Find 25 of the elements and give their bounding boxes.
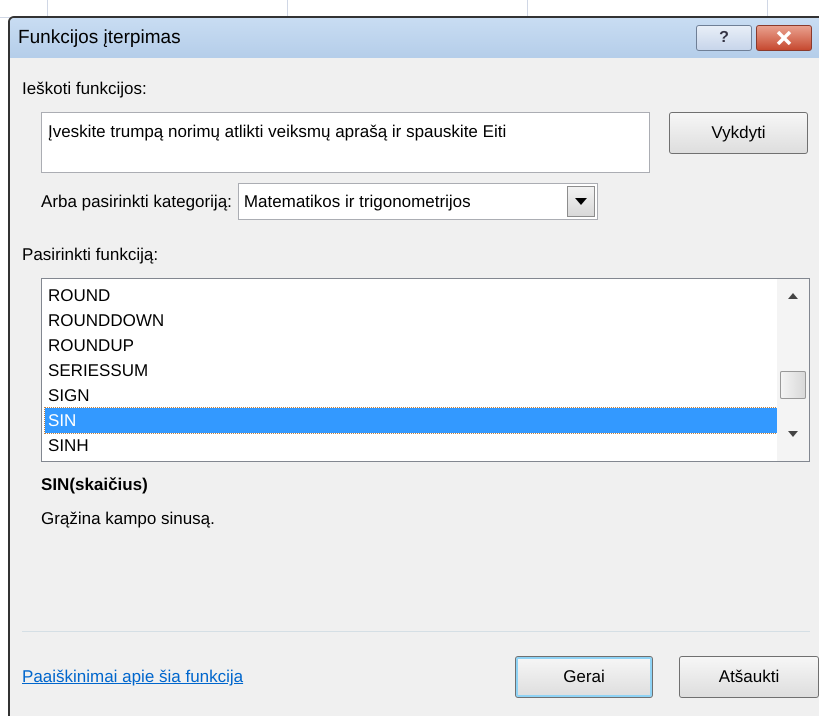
function-item[interactable]: SIGN <box>45 383 777 408</box>
close-icon <box>776 31 792 45</box>
scroll-thumb[interactable] <box>780 371 806 399</box>
function-list-label: Pasirinkti funkciją: <box>22 244 160 264</box>
ok-button[interactable]: Gerai <box>515 656 653 698</box>
close-button[interactable] <box>756 25 812 51</box>
function-item[interactable]: SERIESSUM <box>45 358 777 383</box>
search-field[interactable]: Įveskite trumpą norimų atlikti veiksmų aprašą ir spauskite Eiti <box>41 112 650 173</box>
search-button[interactable]: Vykdyti <box>669 112 808 154</box>
function-signature: SIN(skaičius) <box>41 474 149 496</box>
function-item[interactable]: ROUND <box>45 283 777 308</box>
window-title: Funkcijos įterpimas <box>18 26 181 50</box>
search-label: Ieškoti funkcijos: <box>22 78 148 98</box>
scroll-down-icon <box>788 431 798 437</box>
help-link[interactable]: Paaiškinimai apie šia funkcija <box>22 664 244 690</box>
category-dropdown[interactable]: Matematikos ir trigonometrijos <box>238 183 598 220</box>
function-description: Grąžina kampo sinusą. <box>41 508 216 530</box>
scrollbar[interactable] <box>777 279 809 461</box>
function-item[interactable]: SINH <box>45 433 777 458</box>
category-label: Arba pasirinkti kategoriją: <box>41 190 232 213</box>
function-item[interactable]: ROUNDDOWN <box>45 308 777 333</box>
cancel-button[interactable]: Atšaukti <box>679 656 819 698</box>
help-button[interactable]: ? <box>696 25 752 51</box>
function-item[interactable]: ROUNDUP <box>45 333 777 358</box>
scroll-up-icon <box>788 293 798 299</box>
